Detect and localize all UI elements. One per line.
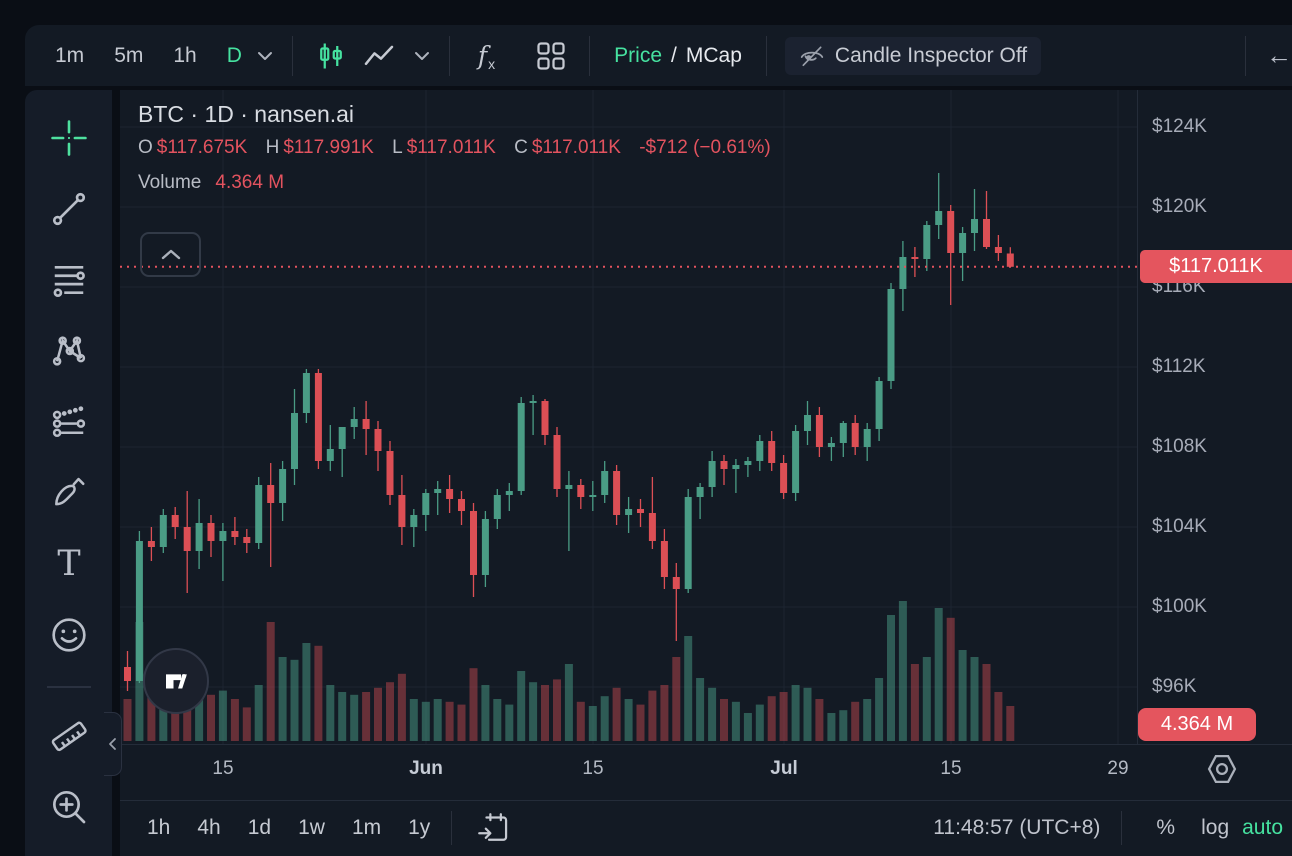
clock-timezone[interactable]: 11:48:57 (UTC+8) [933,816,1100,840]
svg-text:T: T [57,545,80,583]
text-tool[interactable]: T [47,542,91,586]
interval-d[interactable]: D [227,44,242,68]
range-1w[interactable]: 1w [298,816,325,840]
volume-value-label: 4.364 M [1138,708,1256,741]
layout-grid-icon[interactable] [531,36,571,76]
price-axis-label: $108K [1152,436,1207,458]
toolbar-separator [589,36,590,76]
open-value: $117.675K [157,137,248,158]
sidebar-collapse-tab[interactable] [104,712,122,776]
high-label: H [266,137,280,158]
candle-inspector-toggle[interactable]: Candle Inspector Off [785,37,1041,75]
brush-tool[interactable] [47,471,91,515]
bottom-toolbar-right: 11:48:57 (UTC+8) % log auto [933,800,1285,856]
price-axis-label: $112K [1152,356,1206,378]
fib-retracement-tool[interactable] [47,258,91,302]
price-axis-label: $96K [1152,676,1196,698]
interval-1h[interactable]: 1h [173,44,196,68]
time-axis-label: 29 [1107,758,1128,780]
close-label: C [514,137,528,158]
eye-off-icon [799,44,825,68]
mcap-toggle[interactable]: MCap [686,44,742,68]
open-label: O [138,137,153,158]
line-style-icon[interactable] [359,36,399,76]
time-axis[interactable]: 15 Jun 15 Jul 15 29 [120,744,1137,800]
sidebar-divider [47,686,91,688]
trendline-tool[interactable] [47,187,91,231]
price-toggle[interactable]: Price [614,44,662,68]
price-axis-label: $120K [1152,196,1207,218]
tradingview-logo[interactable] [143,648,209,714]
symbol-title: BTC · 1D · nansen.ai [138,101,775,128]
zoom-in-tool[interactable] [47,785,91,829]
axis-settings-gear-icon[interactable] [1203,752,1241,791]
time-axis-label: 15 [212,758,233,780]
drawing-toolbar: T [25,90,112,856]
low-value: $117.011K [407,137,496,158]
toolbar-separator [449,36,450,76]
time-axis-label: 15 [940,758,961,780]
ohlc-row: O$117.675K H$117.991K L$117.011K C$117.0… [138,137,775,159]
interval-1m[interactable]: 1m [55,44,84,68]
time-axis-label: Jul [770,758,797,780]
log-scale-toggle[interactable]: log [1201,816,1229,840]
price-mcap-slash: / [671,44,677,68]
price-axis-label: $100K [1152,596,1207,618]
interval-dropdown-chevron[interactable] [256,50,274,62]
interval-switcher: 1m 5m 1h D [55,44,242,68]
crosshair-tool[interactable] [47,116,91,160]
toolbar-separator [1121,811,1122,845]
back-arrow-icon[interactable]: ← [1266,40,1292,71]
range-4h[interactable]: 4h [197,816,220,840]
volume-label: Volume [138,172,201,193]
candle-inspector-label: Candle Inspector Off [835,44,1027,68]
trading-chart-app: 1m 5m 1h D fx Price [0,0,1292,856]
chart-legend: BTC · 1D · nansen.ai O$117.675K H$117.99… [138,101,775,194]
last-price-label: $117.011K [1140,250,1292,283]
toolbar-separator [1245,36,1246,76]
volume-value: 4.364 M [215,172,284,193]
toolbar-separator [451,811,452,845]
range-1h[interactable]: 1h [147,816,170,840]
forecast-tool[interactable] [47,400,91,444]
auto-scale-toggle[interactable]: auto [1242,816,1283,840]
toolbar-separator [766,36,767,76]
percent-scale-toggle[interactable]: % [1156,816,1175,840]
close-value: $117.011K [532,137,621,158]
interval-5m[interactable]: 5m [114,44,143,68]
range-1m[interactable]: 1m [352,816,381,840]
indicators-fx-icon[interactable]: fx [478,41,495,70]
high-value: $117.991K [283,137,374,158]
volume-row: Volume 4.364 M [138,172,775,194]
price-axis-label: $124K [1152,116,1207,138]
toolbar-separator [292,36,293,76]
range-1d[interactable]: 1d [248,816,271,840]
xabcd-pattern-tool[interactable] [47,329,91,373]
price-mcap-toggle: Price / MCap [614,44,742,68]
time-axis-label: 15 [582,758,603,780]
range-switcher: 1h 4h 1d 1w 1m 1y [147,816,430,840]
range-1y[interactable]: 1y [408,816,430,840]
emoji-tool[interactable] [47,613,91,657]
candlestick-style-icon[interactable] [311,36,351,76]
price-axis-label: $104K [1152,516,1207,538]
legend-collapse-button[interactable] [140,232,201,277]
go-to-date-icon[interactable] [473,808,513,848]
time-axis-label: Jun [409,758,443,780]
measure-tool[interactable] [47,714,91,758]
change-value: -$712 (−0.61%) [639,137,771,158]
low-label: L [392,137,403,158]
top-toolbar: 1m 5m 1h D fx Price [25,25,1292,86]
bottom-toolbar-left: 1h 4h 1d 1w 1m 1y [147,800,513,856]
price-axis[interactable]: $124K$120K$116K$112K$108K$104K$100K$96K [1137,90,1292,744]
style-dropdown-chevron[interactable] [413,50,431,62]
